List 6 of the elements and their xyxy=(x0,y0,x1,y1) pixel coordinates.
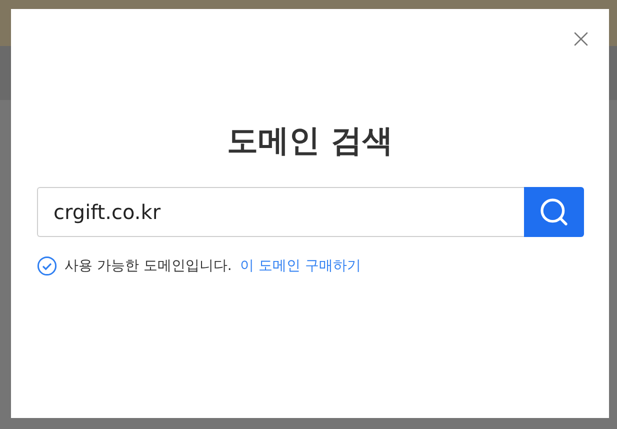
search-field[interactable]: crgift.co.kr xyxy=(36,186,524,237)
search-icon xyxy=(538,196,570,228)
dialog-title: 도메인 검색 xyxy=(227,122,393,161)
status-message: 사용 가능한 도메인입니다. xyxy=(64,256,232,276)
buy-domain-link[interactable]: 이 도메인 구매하기 xyxy=(240,256,361,277)
search-button[interactable] xyxy=(524,186,584,237)
